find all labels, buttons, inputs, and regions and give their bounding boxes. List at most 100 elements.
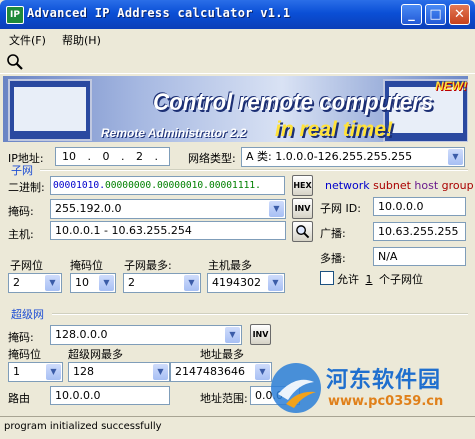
ip-dot: . [121, 150, 125, 163]
address-range-label: 地址范围: [200, 392, 248, 405]
subnet-mask-value: 255.192.0.0 [55, 202, 122, 215]
menu-file[interactable]: 文件(F) [9, 32, 46, 48]
status-bar: program initialized successfully [0, 416, 475, 439]
ip-dot: . [154, 150, 159, 163]
allow-subnet-checkbox[interactable] [320, 271, 334, 285]
supernet-mask-bits-select[interactable]: 1 ▼ [8, 362, 63, 382]
ip-octet-2[interactable]: 0 [103, 150, 110, 163]
binary-display: 00001010.00000000.00000010.00001111. [50, 176, 285, 195]
allow-count: 1 [365, 273, 373, 286]
mask-bits-label: 掩码位 [70, 259, 103, 272]
max-subnets-label: 子网最多: [124, 259, 172, 272]
advertisement-banner[interactable]: Control remote computers Remote Administ… [3, 76, 468, 142]
chevron-down-icon[interactable]: ▼ [184, 275, 199, 291]
group-divider [40, 169, 468, 171]
group-divider [52, 313, 468, 315]
ip-octet-4[interactable]: 15 [170, 150, 171, 163]
watermark-name: 河东软件园 [326, 368, 442, 393]
window-title: Advanced IP Address calculator v1.1 [27, 6, 291, 20]
allow-subnet-label: 允许 1 个子网位 [337, 271, 423, 287]
status-text: program initialized successfully [4, 421, 162, 432]
max-hosts-value: 4194302 [212, 276, 261, 289]
subnet-bits-select[interactable]: 2 ▼ [8, 273, 62, 293]
menu-bar: 文件(F) 帮助(H) [0, 29, 475, 49]
chevron-down-icon[interactable]: ▼ [45, 275, 60, 291]
banner-screen-image [8, 79, 92, 141]
network-type-label: 网络类型: [188, 152, 236, 165]
supernet-mask-select[interactable]: 128.0.0.0 ▼ [50, 325, 242, 345]
max-addresses-select[interactable]: 2147483646 ▼ [170, 362, 272, 382]
hex-button[interactable]: HEX [292, 175, 313, 196]
chevron-down-icon[interactable]: ▼ [448, 149, 463, 165]
chevron-down-icon[interactable]: ▼ [153, 364, 168, 380]
max-hosts-label: 主机最多 [208, 259, 252, 272]
route-label: 路由 [8, 392, 30, 405]
ip-octet-3[interactable]: 2 [136, 150, 143, 163]
subnet-bits-label: 子网位 [10, 259, 43, 272]
watermark-logo-icon [271, 363, 321, 413]
mask-label: 掩码: [8, 205, 34, 218]
broadcast-label: 广播: [320, 227, 346, 240]
allow-label-pre: 允许 [337, 273, 359, 286]
invert-mask-button[interactable]: INV [292, 198, 313, 219]
max-subnets-value: 2 [128, 276, 135, 289]
binary-network-part: 00001010. [53, 180, 105, 191]
subnet-id-label: 子网 ID: [320, 202, 361, 215]
banner-tagline: in real time! [275, 118, 393, 141]
chevron-down-icon[interactable]: ▼ [269, 201, 284, 217]
magnifier-icon[interactable] [6, 53, 24, 71]
menu-help[interactable]: 帮助(H) [62, 32, 101, 48]
banner-product: Remote Administrator 2.2 [101, 126, 247, 140]
chevron-down-icon[interactable]: ▼ [268, 275, 283, 291]
legend-group: group [441, 179, 474, 192]
magnifier-icon [296, 225, 310, 239]
ip-dot: . [87, 150, 92, 163]
max-hosts-select[interactable]: 4194302 ▼ [207, 273, 285, 293]
banner-headline: Control remote computers [153, 89, 434, 116]
binary-host-part: 00000000.00000010.00001111. [104, 180, 261, 191]
multicast-field: N/A [373, 247, 466, 266]
ip-address-input[interactable]: 10 . 0 . 2 . 15 [55, 147, 170, 166]
watermark-url: www.pc0359.cn [328, 394, 444, 409]
host-range-field: 10.0.0.1 - 10.63.255.254 [50, 221, 286, 240]
ip-octet-1[interactable]: 10 [62, 150, 76, 163]
network-type-value: A 类: 1.0.0.0-126.255.255.255 [246, 150, 413, 163]
legend-network: network [325, 179, 370, 192]
supernet-mask-bits-value: 1 [13, 365, 20, 378]
chevron-down-icon[interactable]: ▼ [225, 327, 240, 343]
max-addresses-label: 地址最多 [200, 348, 244, 361]
supernet-mask-bits-label: 掩码位 [8, 348, 41, 361]
subnet-mask-select[interactable]: 255.192.0.0 ▼ [50, 199, 286, 219]
max-addresses-value: 2147483646 [175, 365, 245, 378]
supernet-group-title: 超级网 [11, 308, 44, 321]
subnet-group-title: 子网 [11, 164, 33, 177]
allow-label-post: 个子网位 [379, 273, 423, 286]
host-label: 主机: [8, 228, 34, 241]
supernet-invert-button[interactable]: INV [250, 324, 271, 345]
lookup-button[interactable] [292, 221, 313, 242]
title-bar[interactable]: IP Advanced IP Address calculator v1.1 _… [0, 0, 475, 29]
color-legend: network subnet host group [325, 179, 474, 192]
toolbar [0, 49, 475, 74]
calculator-icon: IP [6, 6, 24, 24]
mask-bits-value: 10 [75, 276, 89, 289]
max-supernets-select[interactable]: 128 ▼ [68, 362, 170, 382]
chevron-down-icon[interactable]: ▼ [46, 364, 61, 380]
supernet-mask-value: 128.0.0.0 [55, 328, 108, 341]
legend-subnet: subnet [373, 179, 411, 192]
multicast-label: 多播: [320, 252, 346, 265]
broadcast-field: 10.63.255.255 [373, 222, 466, 241]
close-button[interactable]: ✕ [449, 4, 470, 25]
chevron-down-icon[interactable]: ▼ [99, 275, 114, 291]
binary-label: 二进制: [8, 181, 45, 194]
supernet-mask-label: 掩码: [8, 331, 34, 344]
maximize-button[interactable]: □ [425, 4, 446, 25]
subnet-bits-value: 2 [13, 276, 20, 289]
max-subnets-select[interactable]: 2 ▼ [123, 273, 201, 293]
minimize-button[interactable]: _ [401, 4, 422, 25]
banner-new-badge: NEW! [435, 79, 467, 93]
legend-host: host [414, 179, 439, 192]
mask-bits-select[interactable]: 10 ▼ [70, 273, 116, 293]
network-type-select[interactable]: A 类: 1.0.0.0-126.255.255.255 ▼ [241, 147, 465, 167]
route-field: 10.0.0.0 [50, 386, 170, 405]
